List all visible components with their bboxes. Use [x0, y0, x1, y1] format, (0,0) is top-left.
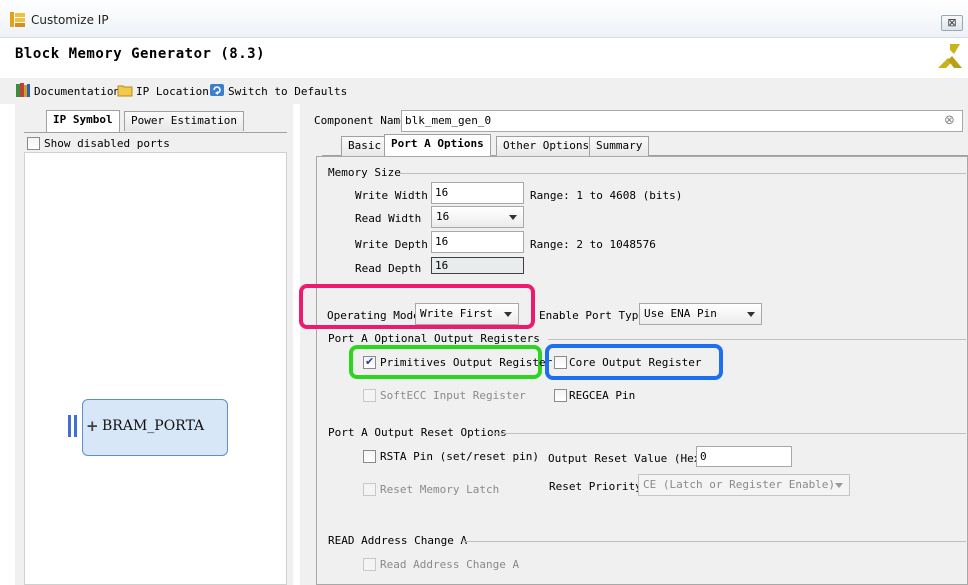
documentation-label: Documentation — [34, 85, 121, 98]
read-address-change-option: Read Address Change A — [363, 558, 519, 571]
bram-porta-label: BRAM_PORTA — [102, 418, 205, 434]
refresh-icon — [209, 82, 225, 101]
component-name-input[interactable]: blk_mem_gen_0 — [401, 110, 963, 132]
memory-size-heading: Memory Size — [328, 166, 401, 179]
core-output-register-option[interactable]: Core Output Register — [554, 356, 701, 369]
close-button[interactable]: ⊠ — [941, 15, 963, 31]
read-width-value: 16 — [436, 210, 450, 223]
output-reset-value-input[interactable]: 0 — [696, 446, 792, 467]
reset-memory-latch-label: Reset Memory Latch — [380, 483, 500, 496]
tab-summary[interactable]: Summary — [589, 136, 650, 156]
folder-icon — [117, 82, 133, 101]
books-icon — [15, 82, 31, 101]
xilinx-logo-icon — [934, 40, 964, 70]
switch-defaults-button[interactable]: Switch to Defaults — [209, 82, 347, 101]
output-reset-value-label: Output Reset Value (Hex) — [548, 452, 707, 465]
port-bar-icon-2 — [74, 415, 77, 437]
primitives-output-register-option[interactable]: Primitives Output Register — [363, 355, 553, 369]
core-output-register-label: Core Output Register — [569, 356, 702, 369]
ip-symbol-canvas — [24, 152, 287, 585]
read-depth-label: Read Depth — [355, 262, 422, 275]
chevron-down-icon — [747, 312, 755, 317]
tab-basic[interactable]: Basic — [341, 136, 389, 156]
show-disabled-ports-label: Show disabled ports — [44, 137, 170, 150]
read-width-select[interactable]: 16 — [431, 206, 524, 228]
regcea-pin-checkbox[interactable] — [554, 389, 567, 402]
clear-icon[interactable]: ⊗ — [944, 113, 955, 128]
memory-size-divider — [398, 173, 966, 174]
show-disabled-ports-option[interactable]: Show disabled ports — [27, 137, 170, 150]
read-address-heading: READ Address Change A — [328, 534, 468, 547]
show-disabled-ports-checkbox[interactable] — [27, 137, 40, 150]
documentation-button[interactable]: Documentation — [15, 82, 120, 101]
reset-priority-value: CE (Latch or Register Enable) — [643, 478, 836, 491]
ip-location-label: IP Location — [136, 85, 209, 98]
read-depth-value: 16 — [431, 257, 524, 274]
enable-port-type-select[interactable]: Use ENA Pin — [639, 303, 762, 325]
reset-memory-latch-checkbox — [363, 483, 376, 496]
title-bar — [0, 0, 968, 38]
rsta-pin-label: RSTA Pin (set/reset pin) — [380, 450, 539, 463]
rsta-pin-checkbox[interactable] — [363, 450, 376, 463]
operating-mode-select[interactable]: Write First — [415, 303, 519, 325]
switch-defaults-label: Switch to Defaults — [228, 85, 348, 98]
chevron-down-icon — [509, 215, 517, 220]
read-address-change-checkbox — [363, 558, 376, 571]
app-icon — [9, 11, 26, 28]
operating-mode-value: Write First — [420, 307, 493, 320]
write-depth-input[interactable]: 16 — [431, 231, 524, 253]
regcea-pin-label: REGCEA Pin — [569, 389, 636, 402]
read-width-label: Read Width — [355, 212, 422, 225]
write-width-input[interactable]: 16 — [431, 182, 524, 204]
operating-mode-label: Operating Mode — [327, 309, 420, 322]
output-registers-heading: Port A Optional Output Registers — [328, 332, 540, 345]
read-address-change-label: Read Address Change A — [380, 558, 520, 571]
expand-plus-icon[interactable]: + — [86, 417, 99, 435]
softecc-input-register-label: SoftECC Input Register — [380, 389, 526, 402]
reset-priority-label: Reset Priority — [549, 480, 642, 493]
chevron-down-icon — [835, 483, 843, 488]
reset-options-divider — [492, 433, 966, 434]
reset-options-heading: Port A Output Reset Options — [328, 426, 507, 439]
reset-priority-select: CE (Latch or Register Enable) — [638, 474, 850, 496]
tab-other-options[interactable]: Other Options — [496, 136, 597, 156]
tab-ip-symbol[interactable]: IP Symbol — [46, 110, 120, 132]
softecc-input-register-checkbox — [363, 389, 376, 402]
write-depth-label: Write Depth — [355, 238, 428, 251]
ip-title: Block Memory Generator (8.3) — [15, 46, 266, 62]
enable-port-type-label: Enable Port Type — [539, 309, 645, 322]
left-tab-line — [24, 132, 287, 133]
core-output-register-checkbox[interactable] — [554, 356, 567, 369]
read-address-divider — [462, 541, 966, 542]
chevron-down-icon — [504, 312, 512, 317]
component-name-label: Component Name — [314, 114, 407, 127]
softecc-input-register-option: SoftECC Input Register — [363, 389, 526, 402]
write-width-range: Range: 1 to 4608 (bits) — [530, 189, 683, 202]
output-registers-divider — [548, 339, 966, 340]
tab-power-estimation[interactable]: Power Estimation — [124, 111, 244, 131]
port-bar-icon — [68, 415, 71, 437]
ip-location-button[interactable]: IP Location — [117, 82, 209, 101]
rsta-pin-option[interactable]: RSTA Pin (set/reset pin) — [363, 450, 539, 463]
reset-memory-latch-option: Reset Memory Latch — [363, 483, 499, 496]
enable-port-type-value: Use ENA Pin — [644, 307, 717, 320]
write-depth-range: Range: 2 to 1048576 — [530, 238, 656, 251]
write-width-label: Write Width — [355, 189, 428, 202]
primitives-output-register-checkbox[interactable] — [363, 355, 376, 369]
regcea-pin-option[interactable]: REGCEA Pin — [554, 389, 635, 402]
primitives-output-register-label: Primitives Output Register — [380, 356, 553, 369]
window-title: Customize IP — [31, 13, 109, 27]
tab-port-a-options[interactable]: Port A Options — [384, 134, 491, 156]
